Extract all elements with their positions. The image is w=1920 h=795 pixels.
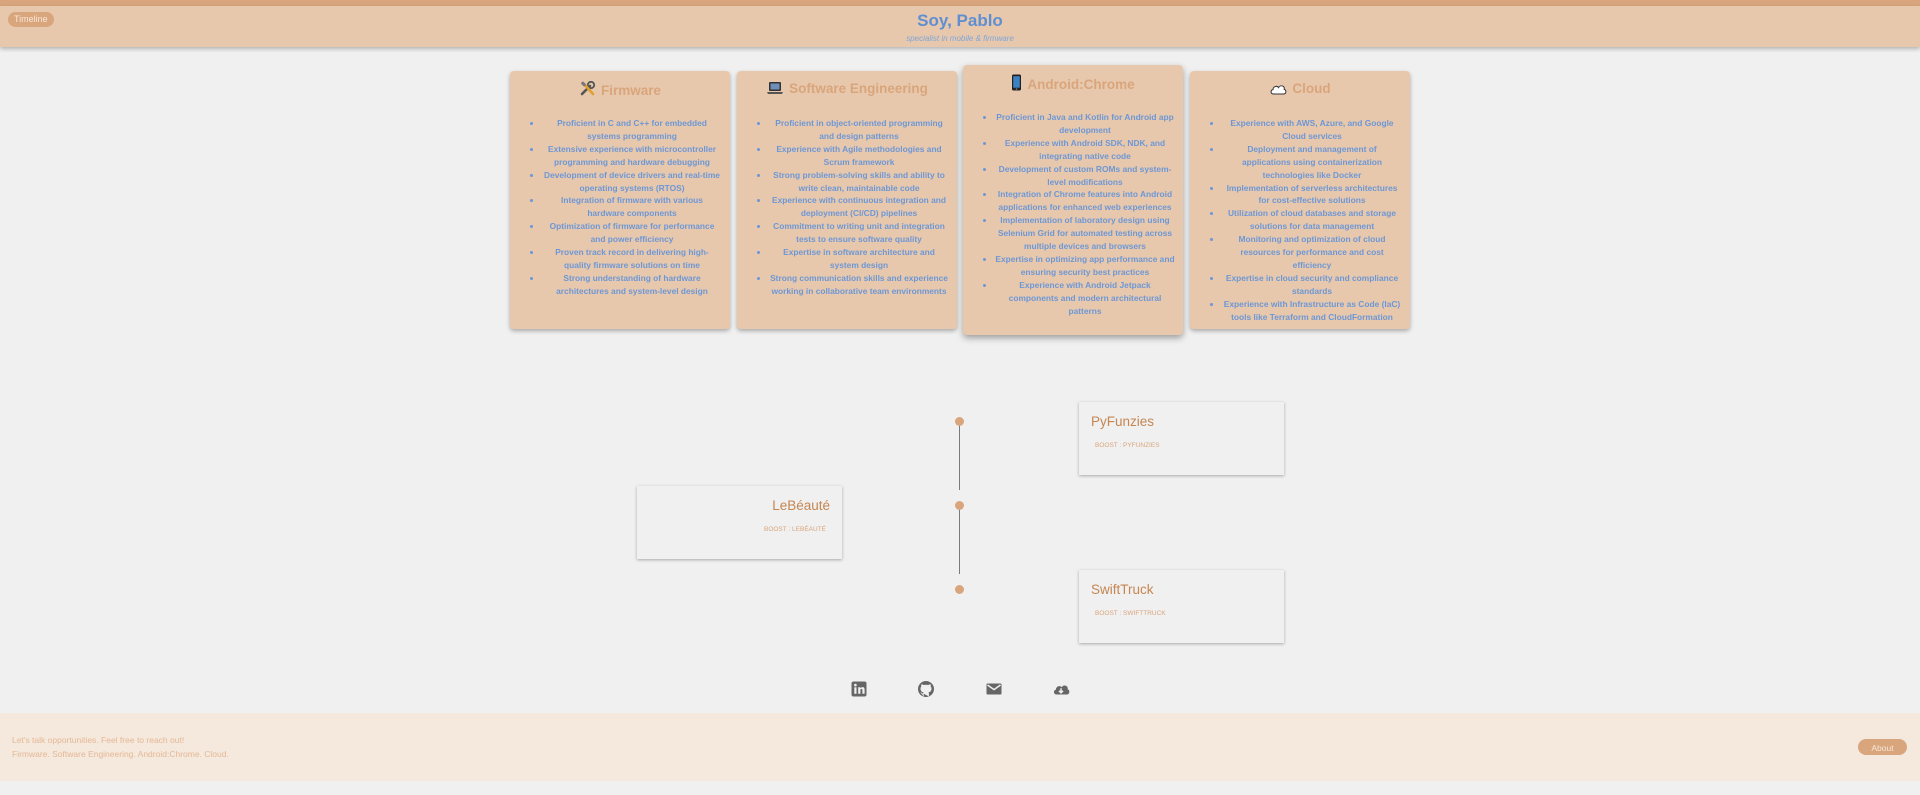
skill-item: Experience with Android SDK, NDK, and in… bbox=[995, 137, 1175, 163]
timeline-connector bbox=[959, 510, 960, 574]
skill-item: Monitoring and optimization of cloud res… bbox=[1222, 233, 1402, 272]
skill-item: Proficient in C and C++ for embedded sys… bbox=[542, 117, 722, 143]
footer-tagline: Firmware. Software Engineering. Android:… bbox=[12, 749, 229, 759]
timeline-dot bbox=[955, 501, 964, 510]
timeline-dot bbox=[955, 417, 964, 426]
project-boost-label: BOOST : SWIFTTRUCK bbox=[1095, 610, 1166, 617]
project-name: SwiftTruck bbox=[1091, 582, 1154, 597]
skill-item: Proven track record in delivering high-q… bbox=[542, 246, 722, 272]
project-name: LeBéauté bbox=[772, 498, 830, 513]
footer: Let's talk opportunities. Feel free to r… bbox=[0, 713, 1920, 781]
skill-item: Experience with Infrastructure as Code (… bbox=[1222, 298, 1402, 324]
timeline-card-swifttruck[interactable]: SwiftTruck BOOST : SWIFTTRUCK bbox=[1079, 570, 1284, 643]
project-name: PyFunzies bbox=[1091, 414, 1155, 429]
mobile-phone-icon bbox=[1011, 74, 1022, 94]
skill-list: Proficient in object-oriented programmin… bbox=[755, 117, 949, 298]
skill-card-software-engineering: Software Engineering Proficient in objec… bbox=[737, 71, 957, 329]
skill-card-title: Android:Chrome bbox=[1027, 77, 1135, 92]
page-subtitle: specialist in mobile & firmware bbox=[906, 34, 1014, 43]
skill-item: Proficient in Java and Kotlin for Androi… bbox=[995, 111, 1175, 137]
skill-item: Strong communication skills and experien… bbox=[769, 272, 949, 298]
skill-item: Implementation of laboratory design usin… bbox=[995, 214, 1175, 253]
skill-card-title: Software Engineering bbox=[789, 81, 928, 96]
skill-item: Expertise in software architecture and s… bbox=[769, 246, 949, 272]
skill-item: Experience with AWS, Azure, and Google C… bbox=[1222, 117, 1402, 143]
skill-card-title: Firmware bbox=[600, 83, 662, 98]
footer-message: Let's talk opportunities. Feel free to r… bbox=[12, 735, 185, 745]
cloud-icon bbox=[1269, 83, 1287, 98]
skill-item: Implementation of serverless architectur… bbox=[1222, 182, 1402, 208]
skill-card-header: Android:Chrome bbox=[963, 74, 1183, 94]
skill-item: Proficient in object-oriented programmin… bbox=[769, 117, 949, 143]
skill-item: Development of device drivers and real-t… bbox=[542, 169, 722, 195]
skill-item: Experience with continuous integration a… bbox=[769, 194, 949, 220]
skill-item: Development of custom ROMs and system-le… bbox=[995, 163, 1175, 189]
skill-card-header: Firmware bbox=[510, 80, 730, 100]
skill-item: Deployment and management of application… bbox=[1222, 143, 1402, 182]
page-title: Soy, Pablo bbox=[917, 11, 1003, 30]
skill-item: Optimization of firmware for performance… bbox=[542, 220, 722, 246]
timeline-connector bbox=[959, 426, 960, 490]
skill-item: Experience with Agile methodologies and … bbox=[769, 143, 949, 169]
skill-item: Extensive experience with microcontrolle… bbox=[542, 143, 722, 169]
skill-item: Integration of Chrome features into Andr… bbox=[995, 188, 1175, 214]
skill-item: Expertise in optimizing app performance … bbox=[995, 253, 1175, 279]
skill-card-cloud: Cloud Experience with AWS, Azure, and Go… bbox=[1190, 71, 1410, 329]
about-button[interactable]: About bbox=[1858, 739, 1907, 755]
skill-list: Experience with AWS, Azure, and Google C… bbox=[1208, 117, 1402, 324]
timeline-card-pyfunzies[interactable]: PyFunzies BOOST : PYFUNZIES bbox=[1079, 402, 1284, 475]
skill-card-android-chrome: Android:Chrome Proficient in Java and Ko… bbox=[963, 65, 1183, 335]
project-boost-label: BOOST : PYFUNZIES bbox=[1095, 442, 1160, 449]
skill-item: Experience with Android Jetpack componen… bbox=[995, 279, 1175, 318]
skill-item: Strong understanding of hardware archite… bbox=[542, 272, 722, 298]
timeline-dot bbox=[955, 585, 964, 594]
skill-list: Proficient in Java and Kotlin for Androi… bbox=[981, 111, 1175, 318]
skill-item: Expertise in cloud security and complian… bbox=[1222, 272, 1402, 298]
skill-item: Integration of firmware with various har… bbox=[542, 194, 722, 220]
skill-card-title: Cloud bbox=[1292, 81, 1331, 96]
project-boost-label: BOOST : LEBÉAUTÉ bbox=[763, 526, 826, 533]
skill-item: Utilization of cloud databases and stora… bbox=[1222, 207, 1402, 233]
skill-card-firmware: Firmware Proficient in C and C++ for emb… bbox=[510, 71, 730, 329]
mail-icon[interactable] bbox=[985, 680, 1003, 698]
skill-list: Proficient in C and C++ for embedded sys… bbox=[528, 117, 722, 298]
header-bar: Timeline Soy, Pablo specialist in mobile… bbox=[0, 6, 1920, 47]
linkedin-icon[interactable] bbox=[850, 680, 868, 698]
github-icon[interactable] bbox=[917, 680, 935, 698]
skill-card-header: Software Engineering bbox=[737, 81, 957, 98]
skill-item: Commitment to writing unit and integrati… bbox=[769, 220, 949, 246]
skill-card-header: Cloud bbox=[1190, 81, 1410, 98]
laptop-icon bbox=[766, 81, 784, 98]
skill-item: Strong problem-solving skills and abilit… bbox=[769, 169, 949, 195]
cloud-download-icon[interactable] bbox=[1052, 680, 1070, 698]
tools-icon bbox=[579, 80, 596, 100]
timeline-card-lebeaute[interactable]: LeBéauté BOOST : LEBÉAUTÉ bbox=[637, 486, 842, 559]
